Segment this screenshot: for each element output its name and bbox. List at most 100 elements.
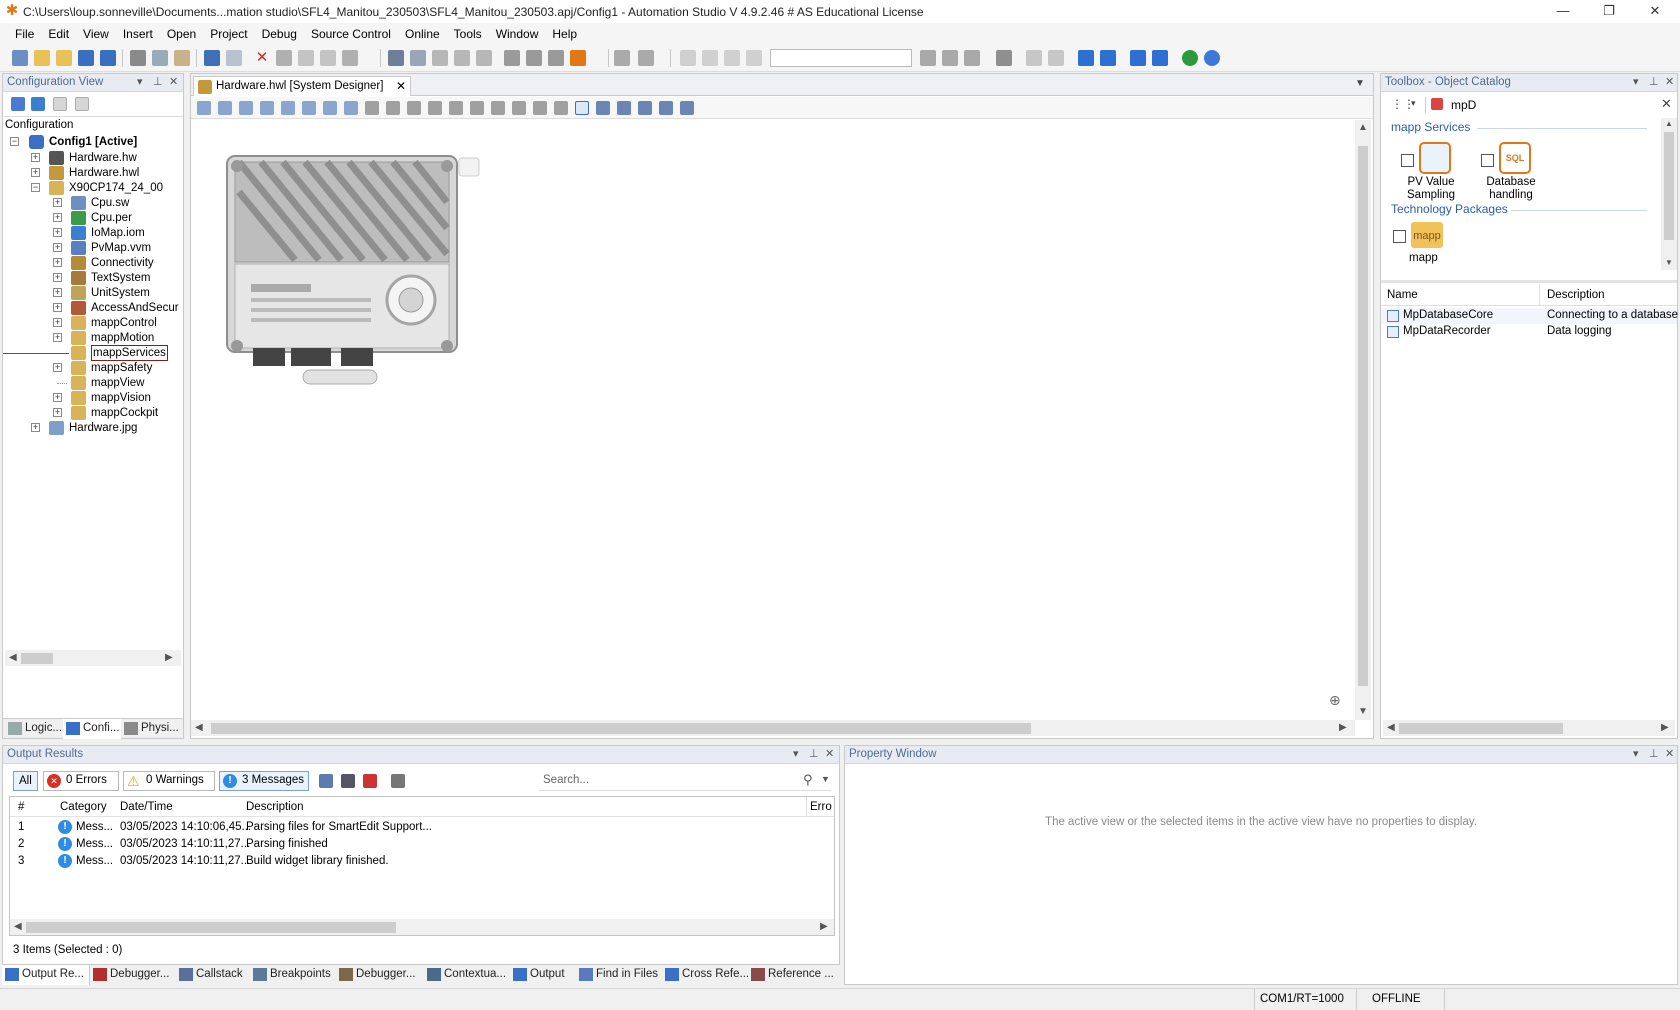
bottom-tab[interactable]: Breakpoints [250, 965, 336, 985]
menu-file[interactable]: File [8, 23, 41, 45]
snap-icon[interactable] [638, 101, 652, 115]
zoom-icon[interactable]: ⊕ [1329, 692, 1341, 709]
pin-icon[interactable]: ⊥ [153, 74, 163, 91]
expand-toggle[interactable]: + [31, 168, 40, 177]
select-icon[interactable] [320, 50, 336, 66]
expand-toggle[interactable]: + [53, 258, 62, 267]
zoom-icon[interactable] [659, 101, 673, 115]
collapse-toggle[interactable]: − [10, 137, 19, 146]
output-search-input[interactable]: Search... [543, 774, 589, 786]
scroll-thumb[interactable] [1399, 723, 1563, 734]
route-icon[interactable] [554, 101, 568, 115]
goto-icon[interactable] [391, 774, 405, 788]
menu-source-control[interactable]: Source Control [304, 23, 398, 45]
expand-toggle[interactable]: + [53, 303, 62, 312]
find-icon[interactable] [276, 50, 292, 66]
minimize-button[interactable]: — [1540, 0, 1586, 23]
config-icon[interactable] [11, 97, 25, 111]
tree-node[interactable]: − X90CP174_24_00 [3, 180, 183, 196]
scroll-right-arrow-icon[interactable]: ▶ [820, 921, 828, 932]
output-row[interactable]: ! 3 Mess... 03/05/2023 14:10:11,27... Build … [10, 853, 834, 869]
center-v-icon[interactable] [491, 101, 505, 115]
window-icon[interactable] [680, 50, 696, 66]
new-project-icon[interactable] [12, 50, 28, 66]
list-icon[interactable] [75, 97, 89, 111]
globe-icon[interactable] [1182, 50, 1198, 66]
zoom-fit-icon[interactable] [218, 101, 232, 115]
bottom-tab[interactable]: Debugger... [90, 965, 176, 985]
function-hscrollbar[interactable]: ◀ ▶ [1383, 720, 1675, 736]
menu-window[interactable]: Window [489, 23, 546, 45]
menu-online[interactable]: Online [398, 23, 447, 45]
catalog-item-pv-value-sampling[interactable]: PV Value Sampling [1389, 142, 1461, 204]
save-all-icon[interactable] [100, 50, 116, 66]
bottom-tab[interactable]: Reference ... [748, 965, 838, 985]
clear-search-icon[interactable]: ✕ [1661, 96, 1672, 112]
panel-dropdown-icon[interactable]: ▾ [137, 74, 143, 91]
menu-insert[interactable]: Insert [116, 23, 160, 45]
pin-icon[interactable]: ⊥ [1649, 746, 1659, 763]
toolbar-combobox[interactable] [770, 49, 912, 67]
warning-shield-icon[interactable] [570, 50, 586, 66]
bookmark-icon[interactable] [746, 50, 762, 66]
help-icon[interactable] [1204, 50, 1220, 66]
filter-warnings-button[interactable]: ⚠ 0 Warnings [123, 771, 215, 791]
scroll-left-arrow-icon[interactable]: ◀ [9, 652, 17, 663]
tab-hardware-hwl[interactable]: Hardware.hwl [System Designer] ✕ [193, 76, 411, 96]
tree-node[interactable]: + Connectivity [3, 255, 183, 271]
scroll-left-arrow-icon[interactable]: ◀ [195, 722, 203, 733]
expand-toggle[interactable]: + [53, 243, 62, 252]
scroll-thumb[interactable] [1664, 132, 1674, 240]
scroll-left-arrow-icon[interactable]: ◀ [1387, 722, 1395, 733]
tree-node[interactable]: + IoMap.iom [3, 225, 183, 241]
clean-icon[interactable] [432, 50, 448, 66]
close-window-button[interactable]: ✕ [1632, 0, 1678, 23]
text-frame-icon[interactable] [575, 101, 589, 115]
design-canvas[interactable] [193, 124, 1353, 694]
scroll-down-arrow-icon[interactable]: ▼ [1665, 258, 1673, 267]
build-icon[interactable] [388, 50, 404, 66]
transfer-icon[interactable] [454, 50, 470, 66]
designer-vscrollbar[interactable]: ▲ ▼ [1355, 120, 1371, 720]
menu-project[interactable]: Project [203, 23, 254, 45]
tree-node[interactable]: + mappVision [3, 390, 183, 406]
expand-toggle[interactable]: + [53, 408, 62, 417]
close-panel-icon[interactable]: ✕ [169, 74, 178, 91]
toolbox-search-input[interactable]: mpD [1451, 98, 1476, 112]
gear-icon[interactable] [614, 50, 630, 66]
output-row[interactable]: ! 1 Mess... 03/05/2023 14:10:06,45... Parsin… [10, 819, 834, 835]
online-icon[interactable] [504, 50, 520, 66]
insert-object-icon[interactable] [342, 50, 358, 66]
menu-view[interactable]: View [76, 23, 116, 45]
arrow-down-icon[interactable] [1100, 50, 1116, 66]
network-icon[interactable] [260, 101, 274, 115]
view-dropdown-icon[interactable]: ▾ [1411, 98, 1416, 109]
expand-toggle[interactable]: + [53, 198, 62, 207]
item-checkbox[interactable] [1393, 230, 1406, 243]
align-bottom-icon[interactable] [449, 101, 463, 115]
filter-errors-button[interactable]: ✕ 0 Errors [43, 771, 119, 791]
restore-button[interactable]: ❐ [1586, 0, 1632, 23]
redo-icon[interactable] [226, 50, 242, 66]
filter-messages-button[interactable]: ! 3 Messages [219, 771, 309, 791]
lock-icon[interactable] [323, 101, 337, 115]
expand-toggle[interactable]: + [53, 273, 62, 282]
watch-icon[interactable] [920, 50, 936, 66]
overview-icon[interactable] [680, 101, 694, 115]
column-number-header[interactable]: # [18, 801, 24, 813]
center-h-icon[interactable] [470, 101, 484, 115]
tree-node[interactable]: + AccessAndSecur [3, 300, 183, 316]
close-panel-icon[interactable]: ✕ [1665, 746, 1674, 763]
scroll-thumb[interactable] [1358, 146, 1368, 686]
output-hscrollbar[interactable]: ◀ ▶ [10, 919, 834, 935]
profiler-icon[interactable] [964, 50, 980, 66]
expand-toggle[interactable]: + [53, 228, 62, 237]
search-options-dropdown-icon[interactable]: ▼ [821, 774, 830, 784]
undo-icon[interactable] [204, 50, 220, 66]
expand-toggle[interactable]: + [53, 288, 62, 297]
refresh-icon[interactable] [197, 101, 211, 115]
close-panel-icon[interactable]: ✕ [825, 746, 834, 763]
column-description-header[interactable]: Description [246, 801, 304, 813]
column-error-header[interactable]: Erro [810, 801, 832, 813]
menu-debug[interactable]: Debug [255, 23, 304, 45]
